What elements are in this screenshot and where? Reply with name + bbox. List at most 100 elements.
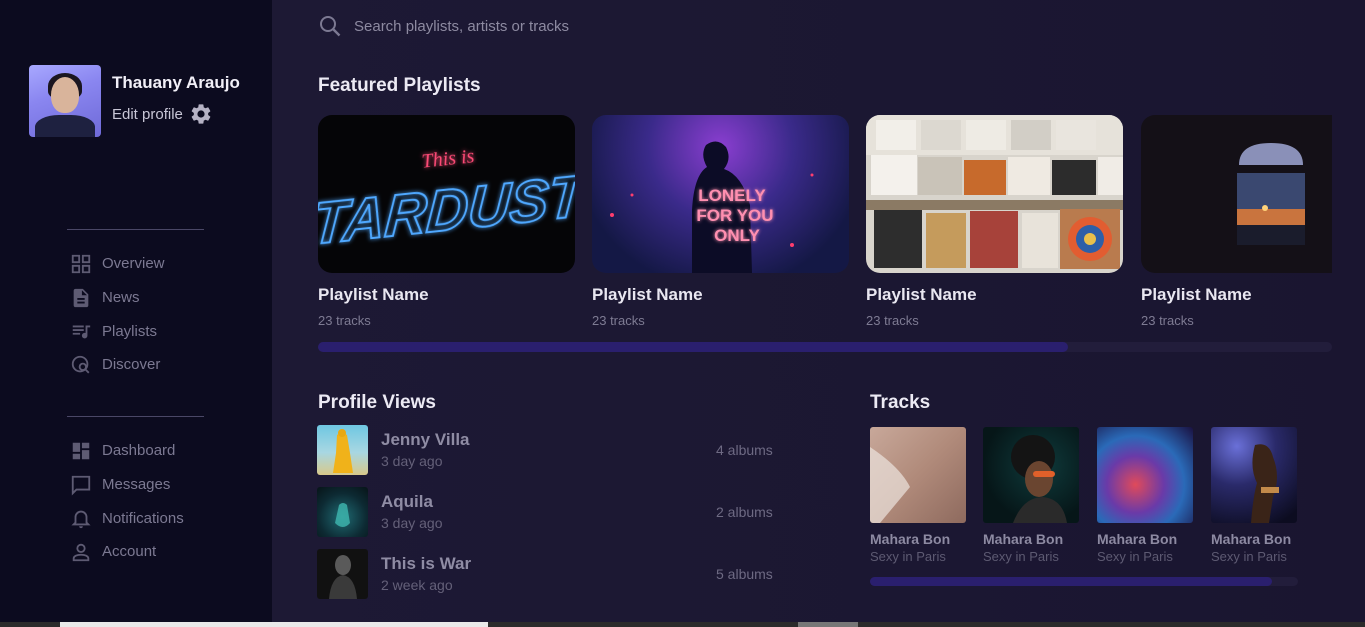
- search-input[interactable]: [354, 17, 754, 35]
- tracks-title: Tracks: [870, 392, 931, 413]
- nav-item-dashboard[interactable]: Dashboard: [69, 434, 184, 468]
- list-item[interactable]: Aquila 3 day ago 2 albums: [317, 487, 787, 549]
- featured-scrollbar-thumb[interactable]: [318, 342, 1069, 352]
- discover-icon: [69, 353, 93, 377]
- track-cover[interactable]: [983, 427, 1079, 523]
- nav-item-messages[interactable]: Messages: [69, 468, 184, 502]
- nav-item-account[interactable]: Account: [69, 535, 184, 569]
- user-icon: [69, 540, 93, 564]
- profile-view-thumb[interactable]: [317, 549, 368, 599]
- playlist-name: Playlist Name: [318, 285, 429, 304]
- track-card[interactable]: Mahara Bon Sexy in Paris: [983, 427, 1079, 564]
- nav-item-overview[interactable]: Overview: [69, 247, 165, 281]
- profile-views-title: Profile Views: [318, 392, 436, 413]
- playlist-cover[interactable]: LONELY FOR YOU ONLY: [592, 115, 849, 273]
- playlist-track-count: 23 tracks: [866, 313, 919, 328]
- nav-label-dashboard: Dashboard: [102, 442, 176, 460]
- playlist-track-count: 23 tracks: [318, 313, 371, 328]
- nav-item-discover[interactable]: Discover: [69, 348, 165, 382]
- profile-view-time: 3 day ago: [381, 453, 443, 469]
- edit-profile-link[interactable]: Edit profile: [112, 102, 240, 126]
- track-subtitle: Sexy in Paris: [1211, 549, 1287, 564]
- featured-playlists: This is STARDUST Playlist Name 23 tracks…: [318, 115, 1332, 330]
- search-bar[interactable]: [318, 14, 754, 38]
- nav-item-news[interactable]: News: [69, 281, 165, 315]
- track-title: Mahara Bon: [870, 531, 951, 547]
- profile-view-albums: 5 albums: [716, 566, 773, 582]
- gear-icon[interactable]: [189, 102, 213, 126]
- nav-label-notifications: Notifications: [102, 509, 184, 527]
- cover-text-large: STARDUST: [318, 163, 575, 261]
- track-subtitle: Sexy in Paris: [870, 549, 946, 564]
- profile-view-name: Jenny Villa: [381, 430, 470, 449]
- tracks-scrollbar-thumb[interactable]: [870, 577, 1273, 586]
- profile-view-albums: 4 albums: [716, 442, 773, 458]
- track-cover[interactable]: [870, 427, 966, 523]
- profile-view-time: 3 day ago: [381, 515, 443, 531]
- grid-icon: [69, 252, 93, 276]
- profile-view-name: This is War: [381, 554, 472, 573]
- sidebar: Thauany Araujo Edit profile Overview New…: [0, 0, 272, 627]
- list-item[interactable]: This is War 2 week ago 5 albums: [317, 549, 787, 611]
- track-card[interactable]: Mahara Bon Sexy in Paris: [1097, 427, 1193, 564]
- track-card[interactable]: Mahara Bon Sexy in Paris: [870, 427, 966, 564]
- track-title: Mahara Bon: [1097, 531, 1178, 547]
- avatar[interactable]: [29, 65, 101, 137]
- track-cover[interactable]: [1211, 427, 1297, 523]
- playlist-card[interactable]: LONELY FOR YOU ONLY Playlist Name 23 tra…: [592, 115, 849, 328]
- playlist-name: Playlist Name: [1141, 285, 1252, 304]
- profile-view-thumb[interactable]: [317, 487, 368, 537]
- taskbar-strip: [0, 622, 1365, 627]
- track-subtitle: Sexy in Paris: [983, 549, 1059, 564]
- dashboard-icon: [69, 439, 93, 463]
- profile-view-time: 2 week ago: [381, 577, 453, 593]
- cover-text-small: This is: [421, 145, 476, 172]
- nav-label-news: News: [102, 289, 140, 307]
- nav-label-account: Account: [102, 543, 157, 561]
- track-card[interactable]: Mahara Bon Sexy in Paris: [1211, 427, 1297, 564]
- profile-views-list: Jenny Villa 3 day ago 4 albums Aquila 3 …: [317, 425, 787, 611]
- cover-neon-line1: LONELY: [698, 186, 766, 205]
- playlist-cover[interactable]: This is STARDUST: [318, 115, 575, 273]
- nav-divider-top: [67, 229, 204, 230]
- track-title: Mahara Bon: [1211, 531, 1292, 547]
- playlist-cover[interactable]: [1141, 115, 1332, 273]
- nav-item-playlists[interactable]: Playlists: [69, 314, 165, 348]
- playlist-card[interactable]: This is STARDUST Playlist Name 23 tracks: [318, 115, 575, 328]
- document-icon: [69, 286, 93, 310]
- profile-view-albums: 2 albums: [716, 504, 773, 520]
- bell-icon: [69, 506, 93, 530]
- featured-scrollbar[interactable]: [318, 342, 1332, 352]
- profile-name: Thauany Araujo: [112, 73, 240, 92]
- list-item[interactable]: Jenny Villa 3 day ago 4 albums: [317, 425, 787, 487]
- nav-item-notifications[interactable]: Notifications: [69, 501, 184, 535]
- playlist-card[interactable]: Playlist Name 23 tracks: [866, 115, 1123, 328]
- nav-primary: Overview News Playlists Discover: [69, 247, 165, 382]
- playlist-track-count: 23 tracks: [1141, 313, 1194, 328]
- main-content: Featured Playlists This is STARDUST Play…: [272, 0, 1365, 627]
- nav-label-overview: Overview: [102, 255, 165, 273]
- track-cover[interactable]: [1097, 427, 1193, 523]
- nav-label-discover: Discover: [102, 356, 161, 374]
- cover-neon-line2: FOR YOU: [696, 206, 773, 225]
- profile-view-thumb[interactable]: [317, 425, 368, 475]
- nav-divider-bottom: [67, 416, 204, 417]
- nav-label-messages: Messages: [102, 476, 171, 494]
- nav-label-playlists: Playlists: [102, 322, 158, 340]
- featured-title: Featured Playlists: [318, 75, 481, 96]
- tracks-scrollbar[interactable]: [870, 577, 1298, 586]
- profile-card: Thauany Araujo Edit profile: [29, 65, 240, 137]
- playlist-track-count: 23 tracks: [592, 313, 645, 328]
- profile-view-name: Aquila: [381, 492, 433, 511]
- playlist-card[interactable]: Playlist Name 23 tracks: [1141, 115, 1332, 328]
- playlist-icon: [69, 319, 93, 343]
- message-icon: [69, 473, 93, 497]
- playlist-name: Playlist Name: [592, 285, 703, 304]
- track-title: Mahara Bon: [983, 531, 1064, 547]
- cover-neon-line3: ONLY: [714, 226, 760, 245]
- playlist-cover[interactable]: [866, 115, 1123, 273]
- track-subtitle: Sexy in Paris: [1097, 549, 1173, 564]
- search-icon[interactable]: [318, 14, 342, 38]
- edit-profile-label: Edit profile: [112, 105, 183, 123]
- nav-secondary: Dashboard Messages Notifications Account: [69, 434, 184, 569]
